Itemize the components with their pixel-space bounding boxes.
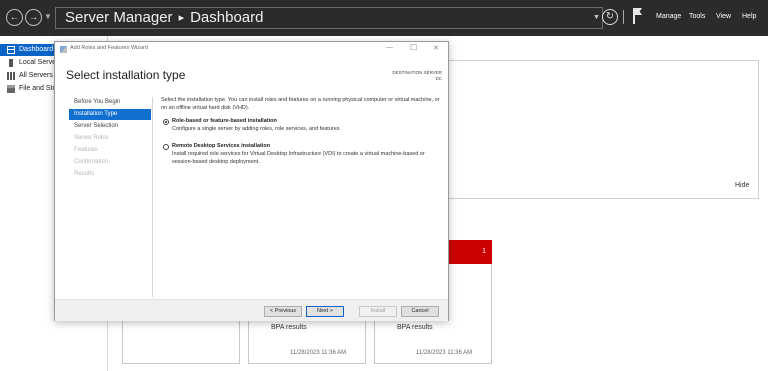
menu-tools[interactable]: Tools [689,13,705,20]
next-button[interactable]: Next > [306,306,344,317]
notifications-flag-icon[interactable] [633,8,643,24]
remote-desktop-option-title[interactable]: Remote Desktop Services installation [172,143,270,151]
wizard-app-icon [60,46,67,53]
app-title: Server Manager [65,9,173,26]
step-installation-type[interactable]: Installation Type [69,109,151,120]
menu-help[interactable]: Help [742,13,756,20]
add-roles-wizard-dialog: Add Roles and Features Wizard — ☐ ✕ Sele… [54,41,449,321]
server-manager-header: ← → ▼ Server Manager ▸ Dashboard ▼ ↻ Manag… [0,0,768,36]
remote-desktop-radio[interactable] [163,144,169,150]
welcome-panel [430,60,759,199]
steps-divider [152,97,153,297]
tile-timestamp: 11/28/2023 11:36 AM [416,350,473,356]
close-icon[interactable]: ✕ [433,44,439,52]
role-based-option-description: Configure a single server by adding role… [172,126,342,132]
nav-item-label: Local Serve [19,59,56,66]
breadcrumb: Server Manager ▸ Dashboard [55,7,603,29]
role-based-radio[interactable] [163,119,169,125]
cancel-button[interactable]: Cancel [401,306,439,317]
maximize-icon[interactable]: ☐ [410,43,417,52]
destination-server-label: DESTINATION SERVER [392,70,442,75]
minimize-icon[interactable]: — [386,44,393,51]
remote-desktop-option-description: Install required role services for Virtu… [172,151,425,165]
alert-count-badge[interactable]: 1 [449,240,492,264]
breadcrumb-separator: ▸ [178,12,185,24]
wizard-window-title: Add Roles and Features Wizard [70,45,148,51]
role-based-option-title[interactable]: Role-based or feature-based installation [172,118,277,126]
bpa-results-label[interactable]: BPA results [397,324,433,331]
menu-manage[interactable]: Manage [656,13,681,20]
hide-link[interactable]: Hide [735,182,749,189]
bpa-results-label[interactable]: BPA results [271,324,307,331]
file-storage-icon [7,85,15,93]
local-server-icon [9,59,13,67]
step-before-you-begin[interactable]: Before You Begin [69,97,151,108]
nav-item-label: File and Sto [19,85,57,92]
destination-server-value: DC [435,76,443,81]
back-arrow-icon[interactable]: ← [6,9,23,26]
wizard-footer: < Previous Next > Install Cancel [55,299,448,321]
breadcrumb-current: Dashboard [190,9,264,26]
menu-view[interactable]: View [716,13,731,20]
header-divider [623,10,624,24]
step-features: Features [74,147,98,153]
installation-type-intro: Select the installation type. You can in… [161,97,440,111]
step-confirmation: Confirmation [74,159,109,165]
wizard-titlebar[interactable]: Add Roles and Features Wizard — ☐ ✕ [55,42,448,57]
step-server-roles: Server Roles [74,135,109,141]
previous-button[interactable]: < Previous [264,306,302,317]
history-dropdown-icon[interactable]: ▼ [44,12,52,21]
wizard-heading: Select installation type [66,68,186,82]
all-servers-icon [7,72,15,80]
tile-timestamp: 11/28/2023 11:36 AM [290,350,347,356]
forward-arrow-icon[interactable]: → [25,9,42,26]
breadcrumb-dropdown-icon[interactable]: ▼ [593,14,600,21]
dashboard-icon [7,46,15,54]
install-button: Install [359,306,397,317]
nav-item-label: Dashboard [19,46,54,53]
step-server-selection[interactable]: Server Selection [69,121,151,132]
nav-item-label: All Servers [19,72,53,79]
refresh-icon[interactable]: ↻ [602,9,618,25]
step-results: Results [74,171,95,177]
